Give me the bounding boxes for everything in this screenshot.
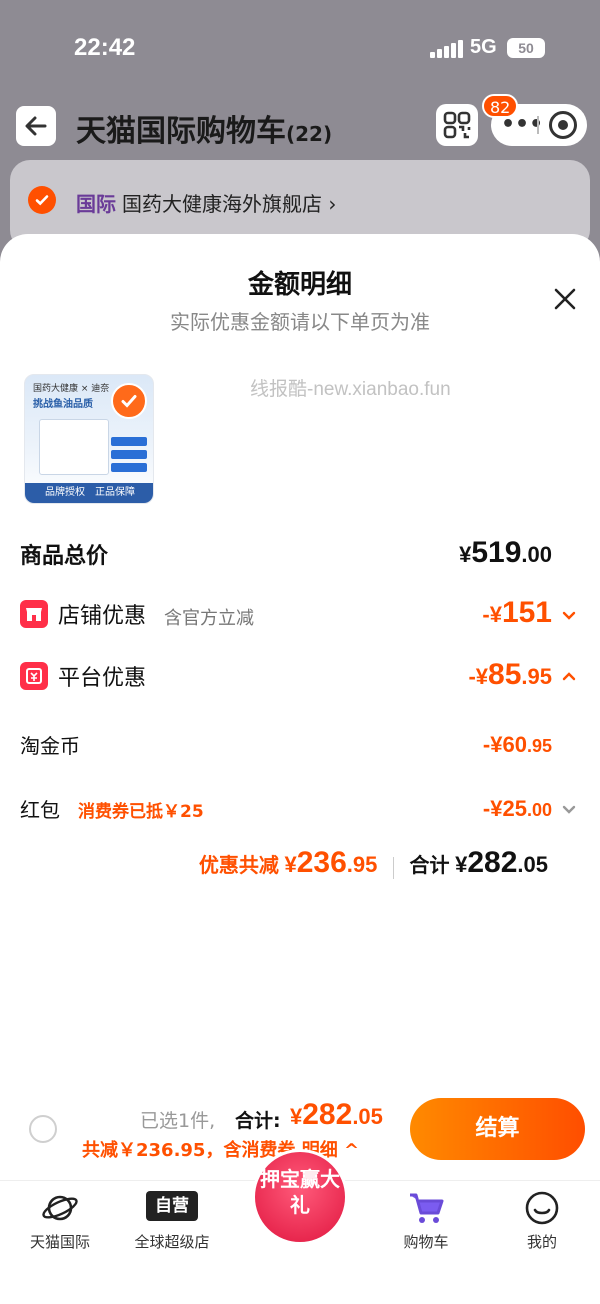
- sum-dec: .05: [517, 852, 548, 877]
- thumb-chip: [111, 437, 147, 446]
- signal-icon: [430, 40, 464, 58]
- taojin-prefix: -¥: [482, 732, 503, 757]
- summary-divider: [392, 856, 394, 879]
- promo-lottery-button[interactable]: 押宝赢大礼: [252, 1149, 348, 1245]
- total-yen: ¥: [459, 542, 472, 567]
- ziying-icon: 自营: [146, 1191, 198, 1221]
- tab-label: 购物车: [403, 1233, 449, 1251]
- tab-label: 我的: [526, 1233, 557, 1251]
- platform-discount-prefix: -¥: [468, 664, 489, 689]
- store-name[interactable]: 国药大健康海外旗舰店 ›: [122, 188, 336, 217]
- smile-icon: [525, 1191, 559, 1225]
- product-box-image: [39, 419, 109, 475]
- checkout-total-int: 282: [302, 1098, 353, 1131]
- store-tag: 国际: [76, 192, 116, 216]
- record-icon[interactable]: [549, 111, 577, 139]
- chevron-up-icon[interactable]: [560, 668, 578, 686]
- checkout-total-label: 合计:: [235, 1110, 281, 1132]
- total-int: 519: [471, 536, 522, 569]
- checkout-total-dec: .05: [352, 1104, 383, 1129]
- close-icon: [554, 288, 576, 310]
- status-time: 22:42: [74, 34, 136, 61]
- chevron-down-icon[interactable]: [560, 606, 578, 624]
- platform-discount-dec: .95: [521, 664, 552, 689]
- product-thumbnail[interactable]: 国药大健康 × 迪奈 挑战鱼油品质 品牌授权 正品保障: [24, 374, 154, 504]
- thumb-chip: [111, 463, 147, 472]
- back-button[interactable]: [16, 106, 56, 146]
- page-title-text: 天猫国际购物车: [76, 114, 286, 149]
- tab-bar: 天猫国际 自营 全球超级店 押宝赢大礼 购物车 我的: [0, 1149, 600, 1304]
- total-label: 商品总价: [20, 544, 109, 569]
- status-bar: 22:42 5G 50: [0, 0, 600, 96]
- check-icon: [111, 383, 147, 419]
- selected-count: 已选1件,: [140, 1110, 216, 1132]
- sum-int: 282: [467, 846, 518, 879]
- cart-count: (22): [286, 122, 333, 146]
- page-title: 天猫国际购物车(22): [76, 106, 332, 150]
- scan-button[interactable]: [436, 104, 478, 146]
- taojin-int: 60: [502, 732, 527, 757]
- total-value: ¥519.00: [459, 536, 552, 570]
- platform-icon: [20, 662, 48, 690]
- redpacket-label: 红包: [20, 798, 60, 822]
- network-label: 5G: [470, 36, 497, 58]
- store-check-icon[interactable]: [28, 186, 56, 214]
- battery-icon: 50: [507, 38, 545, 58]
- select-all-checkbox[interactable]: [29, 1115, 57, 1143]
- tab-label: 全球超级店: [134, 1233, 210, 1251]
- sum-yen: ¥: [455, 852, 468, 877]
- store-discount-note: 含官方立减: [164, 608, 254, 629]
- checkout-total-yen: ¥: [290, 1104, 303, 1129]
- sum-label: 合计: [409, 853, 450, 877]
- tab-global-store[interactable]: 自营 全球超级店: [112, 1181, 232, 1261]
- redpacket-value[interactable]: -¥25.00: [483, 796, 552, 822]
- redpacket-int: 25: [502, 796, 527, 821]
- thumb-footer: 品牌授权 正品保障: [25, 483, 153, 503]
- store-discount-int: 151: [501, 596, 552, 629]
- thumb-claim: 挑战鱼油品质: [33, 399, 93, 410]
- qr-icon: [443, 111, 471, 139]
- notification-badge: 82: [482, 94, 519, 118]
- thumb-brand: 国药大健康 × 迪奈: [33, 384, 110, 394]
- platform-discount-value[interactable]: -¥85.95: [468, 658, 552, 692]
- store-discount-prefix: -¥: [482, 602, 502, 627]
- redpacket-prefix: -¥: [482, 796, 503, 821]
- tab-me[interactable]: 我的: [482, 1181, 600, 1261]
- close-button[interactable]: [550, 284, 580, 314]
- store-discount-label: 店铺优惠: [58, 604, 147, 629]
- watermark: 线报酷-new.xianbao.fun: [250, 379, 451, 400]
- chevron-down-icon[interactable]: [560, 800, 578, 818]
- price-summary: 优惠共减 ¥236.95 合计 ¥282.05: [199, 846, 548, 880]
- store-icon: [20, 600, 48, 628]
- taojin-dec: .95: [526, 736, 552, 756]
- tab-cart[interactable]: 购物车: [366, 1181, 486, 1261]
- sheet-subtitle: 实际优惠金额请以下单页为准: [170, 310, 430, 334]
- saved-yen: ¥: [284, 852, 297, 877]
- saved-dec: .95: [346, 852, 378, 877]
- taojin-value: -¥60.95: [483, 732, 552, 758]
- redpacket-note: 消费券已抵￥25: [78, 802, 204, 822]
- tab-label: 天猫国际: [29, 1233, 90, 1251]
- sheet-title: 金额明细: [247, 270, 352, 300]
- saved-int: 236: [296, 846, 347, 879]
- tab-tmall-global[interactable]: 天猫国际: [0, 1181, 120, 1261]
- platform-discount-label: 平台优惠: [58, 666, 147, 691]
- divider: [537, 116, 539, 134]
- saved-label: 优惠共减: [198, 853, 279, 877]
- platform-discount-int: 85: [488, 658, 522, 691]
- total-dec: .00: [521, 542, 552, 567]
- taojin-label: 淘金币: [20, 734, 80, 758]
- checkout-button[interactable]: 结算: [410, 1098, 585, 1160]
- cart-icon: [410, 1193, 444, 1223]
- checkout-total: ¥282.05: [290, 1098, 383, 1132]
- arrow-left-icon: [25, 116, 47, 136]
- planet-icon: [42, 1195, 78, 1221]
- redpacket-dec: .00: [526, 800, 552, 820]
- store-discount-value[interactable]: -¥151: [482, 596, 552, 630]
- thumb-chip: [111, 450, 147, 459]
